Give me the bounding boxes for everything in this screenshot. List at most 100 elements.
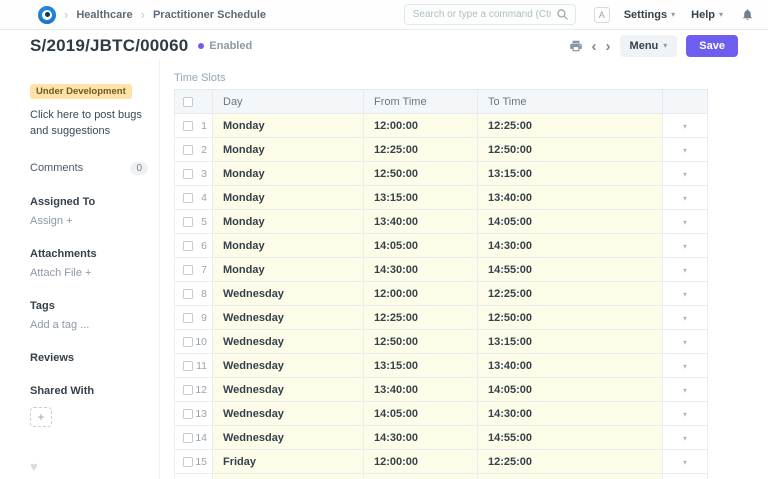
day-cell[interactable] <box>213 474 364 479</box>
menu-button[interactable]: Menu ▾ <box>620 35 678 57</box>
from-time-cell[interactable]: 13:40:00 <box>364 210 478 234</box>
from-time-cell[interactable]: 13:40:00 <box>364 378 478 402</box>
from-time-cell[interactable]: 13:15:00 <box>364 354 478 378</box>
from-time-cell[interactable]: 14:05:00 <box>364 402 478 426</box>
day-cell[interactable]: Wednesday <box>213 306 364 330</box>
notifications-bell-icon[interactable] <box>741 8 754 21</box>
row-dropdown-toggle chevron-down-icon[interactable]: ▾ <box>683 194 687 203</box>
row-checkbox[interactable] <box>183 409 193 419</box>
to-time-cell[interactable]: 14:05:00 <box>478 378 663 402</box>
day-cell[interactable]: Friday <box>213 450 364 474</box>
row-dropdown-toggle chevron-down-icon[interactable]: ▾ <box>683 266 687 275</box>
row-checkbox[interactable] <box>183 337 193 347</box>
day-cell[interactable]: Wednesday <box>213 378 364 402</box>
day-cell[interactable]: Wednesday <box>213 354 364 378</box>
from-time-cell[interactable]: 12:00:00 <box>364 114 478 138</box>
to-time-cell[interactable]: 14:55:00 <box>478 258 663 282</box>
row-checkbox[interactable] <box>183 313 193 323</box>
day-cell[interactable]: Monday <box>213 114 364 138</box>
row-checkbox[interactable] <box>183 265 193 275</box>
row-checkbox[interactable] <box>183 145 193 155</box>
day-cell[interactable]: Monday <box>213 186 364 210</box>
row-checkbox[interactable] <box>183 433 193 443</box>
from-time-cell[interactable]: 12:50:00 <box>364 162 478 186</box>
row-dropdown-toggle chevron-down-icon[interactable]: ▾ <box>683 314 687 323</box>
help-menu[interactable]: Help ▾ <box>691 9 723 21</box>
from-time-cell[interactable]: 12:00:00 <box>364 450 478 474</box>
row-checkbox[interactable] <box>183 361 193 371</box>
row-checkbox[interactable] <box>183 121 193 131</box>
save-button[interactable]: Save <box>686 35 738 57</box>
row-dropdown-toggle chevron-down-icon[interactable]: ▾ <box>683 170 687 179</box>
day-cell[interactable]: Wednesday <box>213 330 364 354</box>
row-checkbox[interactable] <box>183 241 193 251</box>
to-time-cell[interactable]: 12:25:00 <box>478 114 663 138</box>
from-time-cell[interactable]: 12:25:00 <box>364 306 478 330</box>
comments-link[interactable]: Comments 0 <box>30 162 148 175</box>
column-header-from-time[interactable]: From Time <box>364 90 478 114</box>
row-dropdown-toggle chevron-down-icon[interactable]: ▾ <box>683 410 687 419</box>
column-header-day[interactable]: Day <box>213 90 364 114</box>
to-time-cell[interactable] <box>478 474 663 479</box>
search-input[interactable] <box>404 4 576 25</box>
to-time-cell[interactable]: 12:25:00 <box>478 450 663 474</box>
from-time-cell[interactable]: 12:25:00 <box>364 138 478 162</box>
day-cell[interactable]: Wednesday <box>213 402 364 426</box>
day-cell[interactable]: Monday <box>213 138 364 162</box>
report-bugs-link[interactable]: Click here to post bugs and suggestions <box>30 108 142 140</box>
from-time-cell[interactable]: 13:15:00 <box>364 186 478 210</box>
day-cell[interactable]: Monday <box>213 162 364 186</box>
row-dropdown-toggle chevron-down-icon[interactable]: ▾ <box>683 434 687 443</box>
to-time-cell[interactable]: 14:05:00 <box>478 210 663 234</box>
settings-menu[interactable]: Settings ▾ <box>624 9 675 21</box>
from-time-cell[interactable]: 14:05:00 <box>364 234 478 258</box>
from-time-cell[interactable]: 12:50:00 <box>364 330 478 354</box>
day-cell[interactable]: Wednesday <box>213 426 364 450</box>
to-time-cell[interactable]: 14:30:00 <box>478 402 663 426</box>
row-dropdown-toggle chevron-down-icon[interactable]: ▾ <box>683 122 687 131</box>
to-time-cell[interactable]: 13:15:00 <box>478 162 663 186</box>
row-dropdown-toggle chevron-down-icon[interactable]: ▾ <box>683 386 687 395</box>
row-checkbox[interactable] <box>183 289 193 299</box>
day-cell[interactable]: Monday <box>213 234 364 258</box>
prev-doc-button[interactable]: ‹ <box>592 39 597 54</box>
from-time-cell[interactable]: 14:30:00 <box>364 426 478 450</box>
day-cell[interactable]: Monday <box>213 210 364 234</box>
from-time-cell[interactable]: 12:00:00 <box>364 282 478 306</box>
next-doc-button[interactable]: › <box>606 39 611 54</box>
row-dropdown-toggle chevron-down-icon[interactable]: ▾ <box>683 146 687 155</box>
breadcrumb-practitioner-schedule[interactable]: Practitioner Schedule <box>153 9 266 21</box>
to-time-cell[interactable]: 13:15:00 <box>478 330 663 354</box>
from-time-cell[interactable]: 14:30:00 <box>364 258 478 282</box>
to-time-cell[interactable]: 14:30:00 <box>478 234 663 258</box>
row-dropdown-toggle chevron-down-icon[interactable]: ▾ <box>683 242 687 251</box>
share-add-button[interactable]: + <box>30 407 52 427</box>
to-time-cell[interactable]: 14:55:00 <box>478 426 663 450</box>
under-development-badge[interactable]: Under Development <box>30 84 132 99</box>
row-checkbox[interactable] <box>183 217 193 227</box>
avatar[interactable]: A <box>594 7 610 23</box>
attach-file-link[interactable]: Attach File + <box>30 267 149 279</box>
row-checkbox[interactable] <box>183 457 193 467</box>
day-cell[interactable]: Monday <box>213 258 364 282</box>
from-time-cell[interactable] <box>364 474 478 479</box>
app-logo-icon[interactable] <box>38 6 56 24</box>
row-dropdown-toggle chevron-down-icon[interactable]: ▾ <box>683 338 687 347</box>
print-icon[interactable] <box>569 39 583 53</box>
add-tag-link[interactable]: Add a tag ... <box>30 319 149 331</box>
row-dropdown-toggle chevron-down-icon[interactable]: ▾ <box>683 290 687 299</box>
to-time-cell[interactable]: 12:25:00 <box>478 282 663 306</box>
row-dropdown-toggle chevron-down-icon[interactable]: ▾ <box>683 362 687 371</box>
column-header-to-time[interactable]: To Time <box>478 90 663 114</box>
row-dropdown-toggle chevron-down-icon[interactable]: ▾ <box>683 218 687 227</box>
assign-link[interactable]: Assign + <box>30 215 149 227</box>
to-time-cell[interactable]: 12:50:00 <box>478 138 663 162</box>
row-checkbox[interactable] <box>183 169 193 179</box>
like-heart-icon[interactable]: ♥ <box>30 459 149 474</box>
row-checkbox[interactable] <box>183 385 193 395</box>
to-time-cell[interactable]: 13:40:00 <box>478 354 663 378</box>
to-time-cell[interactable]: 13:40:00 <box>478 186 663 210</box>
row-checkbox[interactable] <box>183 193 193 203</box>
to-time-cell[interactable]: 12:50:00 <box>478 306 663 330</box>
breadcrumb-healthcare[interactable]: Healthcare <box>76 9 132 21</box>
